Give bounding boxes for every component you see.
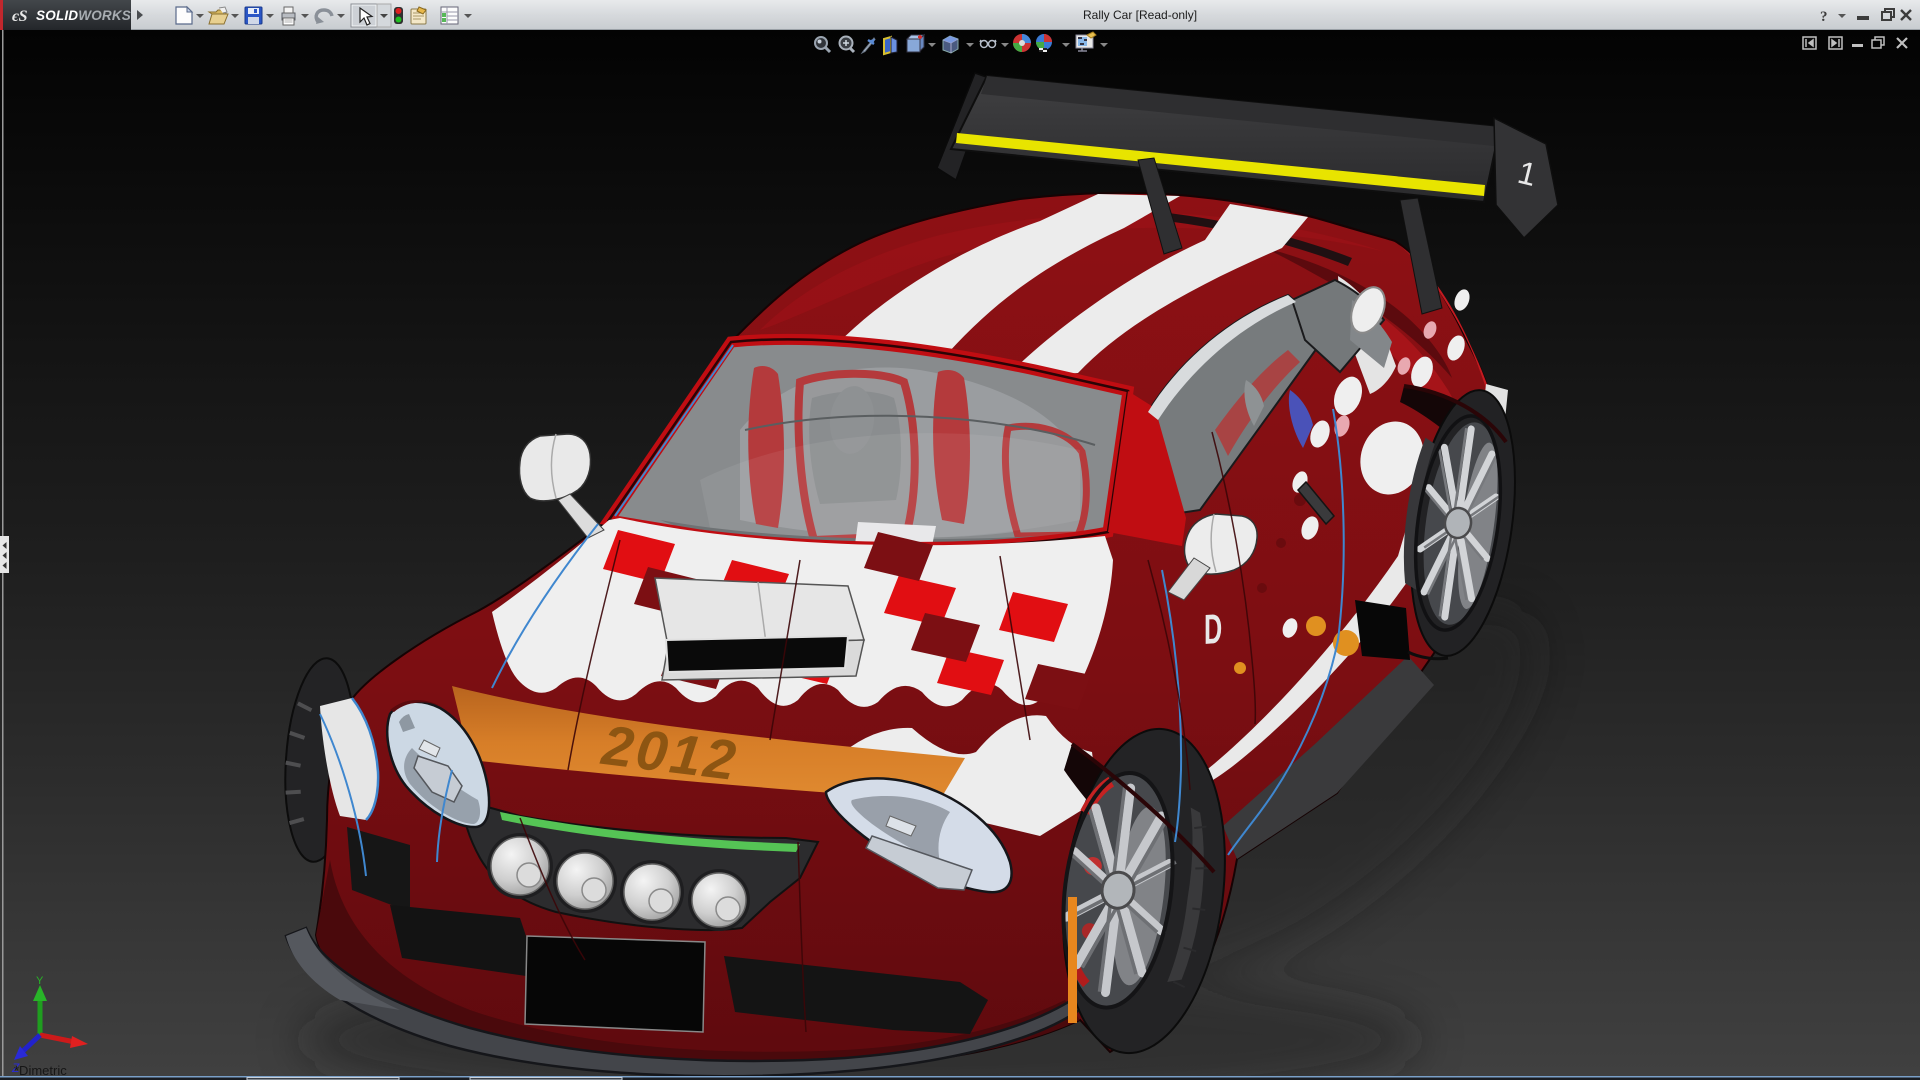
svg-text:Rally Car [Read-only]: Rally Car [Read-only] — [1083, 8, 1197, 22]
svg-text:D: D — [1204, 606, 1222, 653]
svg-text:*Dimetric: *Dimetric — [14, 1063, 67, 1078]
svg-text:єS: єS — [12, 8, 28, 25]
svg-text:SOLIDWORKS: SOLIDWORKS — [36, 8, 131, 23]
svg-text:?: ? — [1820, 9, 1828, 25]
svg-text:Y: Y — [36, 975, 44, 987]
